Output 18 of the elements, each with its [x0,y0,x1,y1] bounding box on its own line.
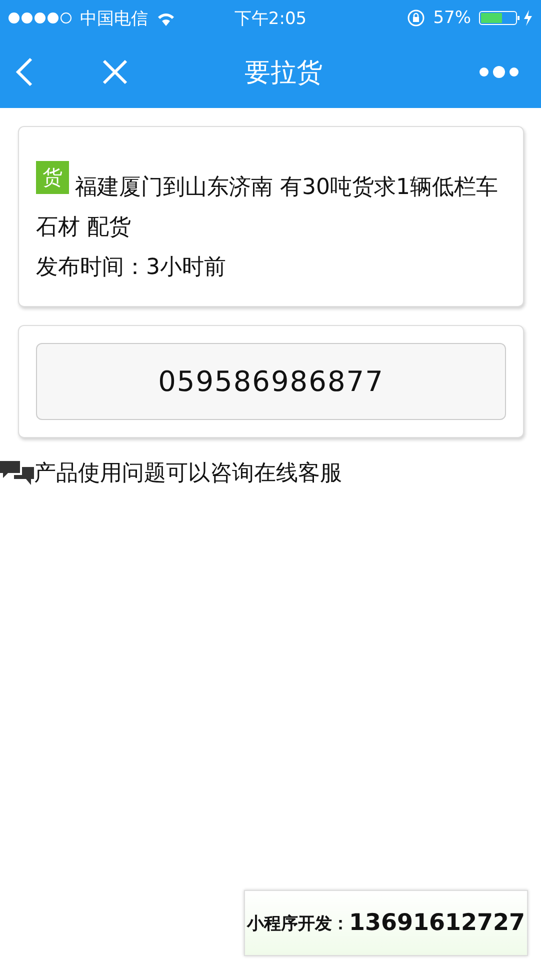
publish-time: 发布时间：3小时前 [36,254,227,282]
signal-icon [8,12,72,24]
battery-charging-icon [479,10,533,26]
more-button[interactable] [479,65,519,79]
ad-label: 小程序开发： [246,912,349,934]
help-text: 产品使用问题可以咨询在线客服 [34,460,342,488]
rotation-lock-icon [407,9,426,27]
close-button[interactable] [102,59,128,85]
back-button[interactable] [14,57,34,87]
carrier-name: 中国电信 [80,8,148,30]
phone-button[interactable]: 059586986877 [36,343,506,420]
ad-phone: 13691612727 [348,910,526,936]
page-title: 要拉货 [244,56,324,90]
battery-percent: 57% [433,8,471,28]
chat-bubbles-icon [0,459,34,487]
clock-time: 下午2:05 [234,8,307,30]
wifi-icon [156,10,176,26]
post-title: 货 福建厦门到山东济南 有30吨货求1辆低栏车石材 配货 [36,161,506,248]
